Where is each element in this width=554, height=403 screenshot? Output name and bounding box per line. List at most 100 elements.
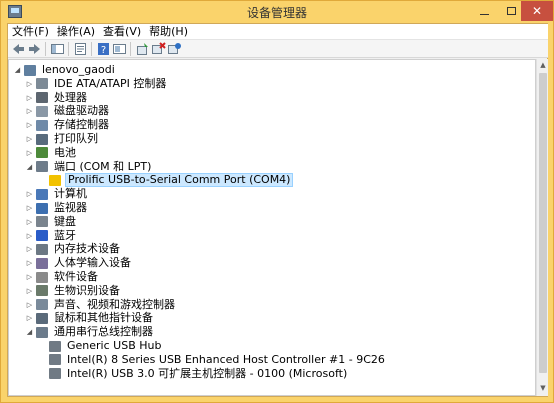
vertical-scrollbar[interactable]: ▲ ▼ xyxy=(536,59,548,396)
tree-item-device[interactable]: Prolific USB-to-Serial Comm Port (COM4) xyxy=(38,173,294,188)
tree-item-label: 磁盘驱动器 xyxy=(54,104,109,118)
tree-item-label: 软件设备 xyxy=(54,270,98,283)
tree-item-category[interactable]: ▷ 存储控制器 xyxy=(25,118,111,132)
tree-item-category[interactable]: ◢ 端口 (COM 和 LPT) xyxy=(25,160,153,174)
title-bar[interactable]: 设备管理器 ✕ xyxy=(1,1,553,23)
expand-arrow-icon[interactable]: ▷ xyxy=(25,146,34,160)
expand-arrow-icon[interactable]: ▷ xyxy=(25,284,34,298)
tree-item-category[interactable]: ▷ 处理器 xyxy=(25,91,89,105)
tree-item-label: 蓝牙 xyxy=(54,228,76,242)
device-category-icon xyxy=(36,243,48,255)
tree-item-category[interactable]: ▷ 打印队列 xyxy=(25,132,100,146)
menu-view[interactable]: 查看(V) xyxy=(99,24,145,39)
tree-item-category[interactable]: ▷ 人体学输入设备 xyxy=(25,256,133,270)
collapse-arrow-icon[interactable]: ◢ xyxy=(25,160,34,174)
device-category-icon xyxy=(36,312,48,324)
forward-icon[interactable] xyxy=(27,42,42,56)
tree-item-label: Intel(R) 8 Series USB Enhanced Host Cont… xyxy=(67,352,385,366)
tree-item-label: 存储控制器 xyxy=(54,118,109,132)
tree-item-label: 键盘 xyxy=(54,214,76,228)
minimize-button[interactable] xyxy=(471,1,498,21)
expand-arrow-icon[interactable]: ▷ xyxy=(25,242,34,256)
update-driver-icon[interactable] xyxy=(167,42,182,56)
toolbar-separator xyxy=(68,42,69,56)
expand-arrow-icon[interactable]: ▷ xyxy=(25,91,34,105)
device-category-icon xyxy=(36,216,48,228)
expand-arrow-icon[interactable]: ▷ xyxy=(25,132,34,146)
expand-arrow-icon[interactable]: ▷ xyxy=(25,77,34,91)
maximize-icon xyxy=(507,7,516,15)
tree-item-device[interactable]: Intel(R) 8 Series USB Enhanced Host Cont… xyxy=(38,353,387,367)
expand-arrow-icon[interactable]: ▷ xyxy=(25,104,34,118)
tree-item-category[interactable]: ▷ 内存技术设备 xyxy=(25,242,122,256)
device-category-icon xyxy=(36,133,48,145)
properties-icon[interactable] xyxy=(73,42,88,56)
tree-item-category[interactable]: ▷ IDE ATA/ATAPI 控制器 xyxy=(25,77,168,91)
device-tree[interactable]: ◢ lenovo_gaodi ▷ IDE ATA/ATAPI 控制器 ▷ 处理器 ▷ 磁盘驱动… xyxy=(8,59,536,396)
uninstall-icon[interactable] xyxy=(151,42,166,56)
device-category-icon xyxy=(36,92,48,104)
computer-icon xyxy=(24,64,36,76)
scroll-up-icon[interactable]: ▲ xyxy=(539,61,547,71)
expand-arrow-icon[interactable]: ▷ xyxy=(25,215,34,229)
tree-item-device[interactable]: Intel(R) USB 3.0 可扩展主机控制器 - 0100 (Micros… xyxy=(38,367,349,381)
device-category-icon xyxy=(36,285,48,297)
close-button[interactable]: ✕ xyxy=(521,1,553,21)
expand-arrow-icon[interactable]: ▷ xyxy=(25,270,34,284)
client-area: 文件(F) 操作(A) 查看(V) 帮助(H) ? ◢ lenovo_gaodi… xyxy=(7,23,548,397)
tree-root[interactable]: ◢ lenovo_gaodi xyxy=(13,63,117,77)
device-category-icon xyxy=(36,188,48,200)
tree-item-label: 通用串行总线控制器 xyxy=(54,325,153,339)
usb-device-icon xyxy=(49,368,61,380)
tree-item-category[interactable]: ◢ 通用串行总线控制器 xyxy=(25,325,155,339)
scroll-down-icon[interactable]: ▼ xyxy=(539,384,547,394)
tree-item-label: 人体学输入设备 xyxy=(54,256,131,270)
device-manager-window: 设备管理器 ✕ 文件(F) 操作(A) 查看(V) 帮助(H) ? ◢ leno… xyxy=(0,0,554,403)
console-tree-icon[interactable] xyxy=(50,42,65,56)
toolbar-separator xyxy=(91,42,92,56)
expand-arrow-icon[interactable]: ▷ xyxy=(25,311,34,325)
tree-item-category[interactable]: ▷ 计算机 xyxy=(25,187,89,201)
tree-item-category[interactable]: ▷ 声音、视频和游戏控制器 xyxy=(25,298,177,312)
toolbar-separator xyxy=(130,42,131,56)
device-category-icon xyxy=(36,119,48,131)
tree-item-label: 处理器 xyxy=(54,90,87,104)
tree-item-label: 生物识别设备 xyxy=(54,283,120,297)
menu-action[interactable]: 操作(A) xyxy=(53,24,99,39)
expand-arrow-icon[interactable]: ▷ xyxy=(25,298,34,312)
tree-item-category[interactable]: ▷ 电池 xyxy=(25,146,78,160)
tree-item-label: Intel(R) USB 3.0 可扩展主机控制器 - 0100 (Micros… xyxy=(67,366,348,380)
tree-item-category[interactable]: ▷ 磁盘驱动器 xyxy=(25,104,111,118)
device-category-icon xyxy=(36,202,48,214)
menu-help[interactable]: 帮助(H) xyxy=(145,24,192,39)
tree-item-category[interactable]: ▷ 鼠标和其他指针设备 xyxy=(25,311,155,325)
tree-item-category[interactable]: ▷ 生物识别设备 xyxy=(25,284,122,298)
tree-item-category[interactable]: ▷ 软件设备 xyxy=(25,270,100,284)
collapse-arrow-icon[interactable]: ◢ xyxy=(13,63,22,77)
menu-file[interactable]: 文件(F) xyxy=(8,24,53,39)
expand-arrow-icon[interactable]: ▷ xyxy=(25,256,34,270)
menu-bar: 文件(F) 操作(A) 查看(V) 帮助(H) xyxy=(8,24,548,39)
tree-item-label: Prolific USB-to-Serial Comm Port (COM4) xyxy=(65,173,294,188)
expand-arrow-icon[interactable]: ▷ xyxy=(25,229,34,243)
device-category-icon xyxy=(36,78,48,90)
scroll-thumb[interactable] xyxy=(539,73,547,373)
tree-item-device[interactable]: Generic USB Hub xyxy=(38,339,163,353)
tree-item-label: 打印队列 xyxy=(54,132,98,145)
tree-item-label: 鼠标和其他指针设备 xyxy=(54,311,153,325)
expand-arrow-icon[interactable]: ▷ xyxy=(25,201,34,215)
expand-arrow-icon[interactable]: ▷ xyxy=(25,187,34,201)
tree-item-category[interactable]: ▷ 键盘 xyxy=(25,215,78,229)
svg-text:?: ? xyxy=(101,45,106,56)
show-hidden-icon[interactable] xyxy=(112,42,127,56)
back-icon[interactable] xyxy=(11,42,26,56)
tree-item-category[interactable]: ▷ 蓝牙 xyxy=(25,229,78,243)
expand-arrow-icon[interactable]: ▷ xyxy=(25,118,34,132)
collapse-arrow-icon[interactable]: ◢ xyxy=(25,325,34,339)
help-icon[interactable]: ? xyxy=(96,42,111,56)
scan-hardware-icon[interactable] xyxy=(135,42,150,56)
device-category-icon xyxy=(36,257,48,269)
tree-item-category[interactable]: ▷ 监视器 xyxy=(25,201,89,215)
